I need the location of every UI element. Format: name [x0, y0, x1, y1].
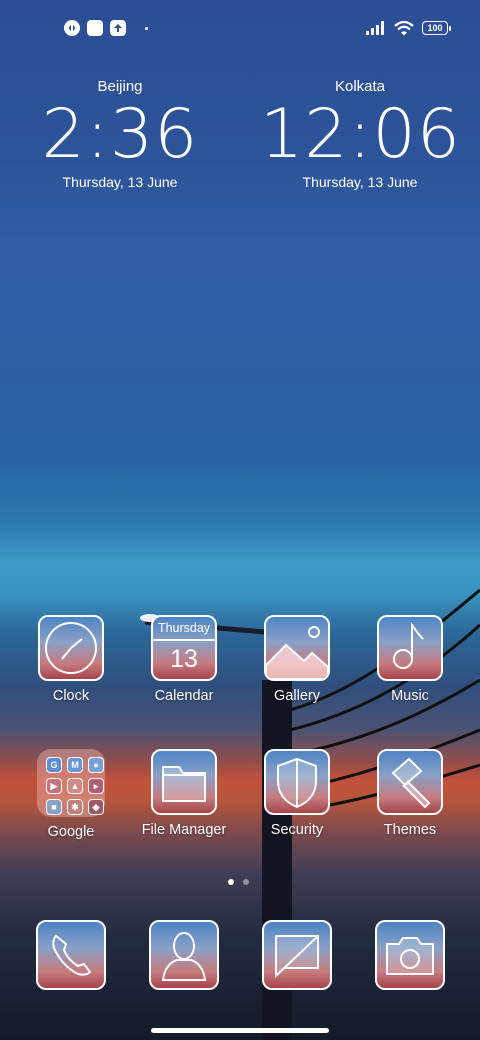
google-folder-icon: G M ● ▶ ▲ ▸ ■ ✱ ◆ — [37, 749, 105, 817]
calendar-day: Thursday — [153, 617, 215, 641]
clock-city: Kolkata — [334, 78, 386, 95]
dock-contacts[interactable] — [129, 920, 239, 990]
app-security[interactable]: Security — [242, 749, 352, 838]
app-google-folder[interactable]: G M ● ▶ ▲ ▸ ■ ✱ ◆ Google — [16, 749, 126, 840]
clock-time: 12:06 — [260, 95, 461, 174]
world-clock-beijing[interactable]: Beijing 2:36 Thursday, 13 June — [20, 78, 220, 190]
app-music[interactable]: Music — [355, 615, 465, 704]
youtube-icon: ▶ — [46, 778, 62, 794]
app-gallery[interactable]: Gallery — [242, 615, 352, 704]
app-themes[interactable]: Themes — [355, 749, 465, 838]
clock-date: Thursday, 13 June — [302, 174, 418, 190]
maps-icon: ● — [88, 757, 104, 773]
app-label: Gallery — [274, 688, 320, 704]
google-icon: G — [46, 757, 62, 773]
assistant-icon: ◆ — [88, 799, 104, 815]
camera-icon — [375, 920, 445, 990]
paintbrush-icon — [377, 749, 443, 815]
app-label: Themes — [383, 822, 437, 838]
folder-icon — [151, 749, 217, 815]
app-notification-icon — [64, 20, 80, 36]
calendar-icon: Thursday 13 — [151, 615, 217, 681]
app-label: Clock — [52, 688, 90, 704]
music-note-icon — [377, 615, 443, 681]
photos-icon: ✱ — [67, 799, 83, 815]
gallery-icon — [264, 615, 330, 681]
dock-phone[interactable] — [16, 920, 126, 990]
clock-city: Beijing — [97, 78, 143, 95]
dock-messages[interactable] — [242, 920, 352, 990]
status-bar-left — [64, 19, 148, 37]
app-label: Music — [391, 688, 429, 704]
home-gesture-bar[interactable] — [151, 1028, 329, 1033]
signal-icon — [366, 21, 384, 35]
calendar-date: 13 — [170, 645, 198, 673]
page-indicator[interactable] — [228, 879, 249, 885]
app-clock[interactable]: Clock — [16, 615, 126, 704]
clock-icon — [38, 615, 104, 681]
battery-icon: 100 — [422, 21, 451, 35]
app-file-manager[interactable]: File Manager — [129, 749, 239, 838]
gmail-icon: M — [67, 757, 83, 773]
dock-camera[interactable] — [355, 920, 465, 990]
contacts-icon — [149, 920, 219, 990]
messages-icon — [262, 920, 332, 990]
page-dot-2 — [243, 879, 249, 885]
more-notifications-dot — [145, 26, 148, 30]
wifi-icon — [394, 20, 414, 35]
square-notification-icon — [87, 20, 103, 36]
status-bar-right: 100 — [366, 18, 451, 38]
play-store-icon: ▸ — [88, 778, 104, 794]
clock-time: 2:36 — [41, 95, 199, 174]
app-label: Security — [270, 822, 324, 838]
app-calendar[interactable]: Thursday 13 Calendar — [129, 615, 239, 704]
app-label: Calendar — [154, 688, 214, 704]
upload-notification-icon — [110, 20, 126, 36]
phone-icon — [36, 920, 106, 990]
meet-icon: ■ — [46, 799, 62, 815]
app-label: File Manager — [141, 822, 227, 838]
page-dot-1 — [228, 879, 234, 885]
clock-date: Thursday, 13 June — [62, 174, 178, 190]
app-label: Google — [47, 824, 95, 840]
shield-icon — [264, 749, 330, 815]
world-clock-kolkata[interactable]: Kolkata 12:06 Thursday, 13 June — [260, 78, 460, 190]
drive-icon: ▲ — [67, 778, 83, 794]
